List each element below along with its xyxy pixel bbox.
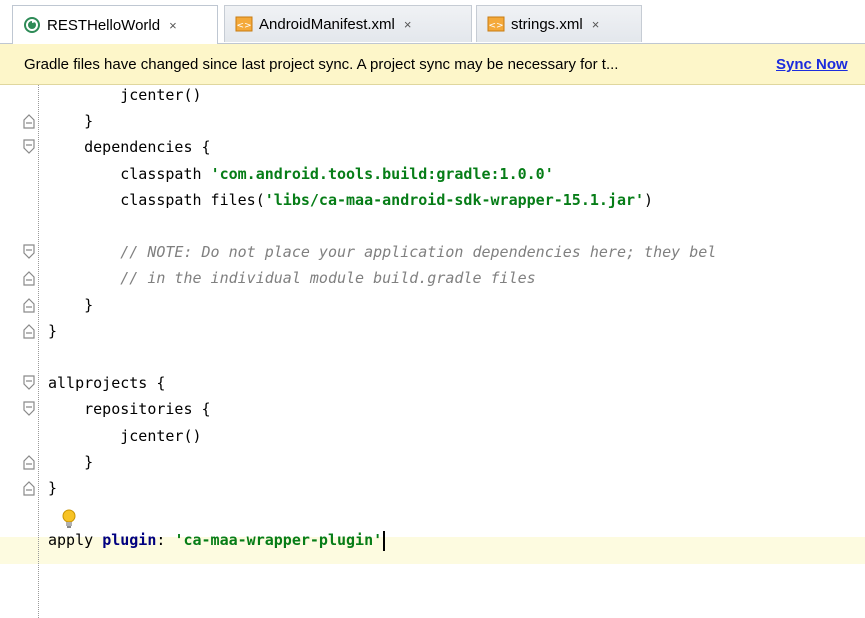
code-token: : — [156, 531, 175, 550]
code-token: ) — [644, 190, 654, 209]
fold-start-icon[interactable] — [22, 139, 36, 155]
xml-file-icon: <> — [235, 15, 253, 33]
close-icon[interactable]: × — [169, 18, 177, 33]
tab-androidmanifest[interactable]: <> AndroidManifest.xml × — [224, 5, 472, 42]
code-token: dependencies { — [84, 138, 211, 157]
code-line[interactable]: // NOTE: Do not place your application d… — [48, 239, 716, 265]
fold-end-icon[interactable] — [22, 480, 36, 496]
code-editor[interactable]: jcenter() } dependencies { classpath 'co… — [0, 85, 865, 618]
fold-end-icon[interactable] — [22, 297, 36, 313]
code-token: } — [48, 321, 58, 340]
code-line[interactable]: allprojects { — [48, 370, 165, 396]
code-line[interactable]: // in the individual module build.gradle… — [48, 265, 536, 291]
fold-start-icon[interactable] — [22, 244, 36, 260]
code-token: classpath files( — [120, 190, 265, 209]
code-token: classpath — [120, 164, 211, 183]
code-line[interactable]: } — [48, 449, 93, 475]
fold-end-icon[interactable] — [22, 454, 36, 470]
keyword: plugin — [102, 531, 157, 550]
editor-tab-bar: RESTHelloWorld × <> AndroidManifest.xml … — [0, 0, 865, 44]
code-token: } — [84, 295, 94, 314]
code-line[interactable]: } — [48, 292, 93, 318]
tab-strings[interactable]: <> strings.xml × — [476, 5, 642, 42]
banner-message: Gradle files have changed since last pro… — [24, 56, 619, 73]
string-literal: 'com.android.tools.build:gradle:1.0.0' — [210, 164, 554, 183]
gradle-sync-icon — [23, 16, 41, 34]
code-line[interactable]: repositories { — [48, 396, 211, 422]
string-literal: 'libs/ca-maa-android-sdk-wrapper-15.1.ja… — [264, 190, 645, 209]
code-token: apply — [48, 531, 103, 550]
code-token: } — [84, 452, 94, 471]
code-line[interactable]: apply plugin: 'ca-maa-wrapper-plugin' — [48, 527, 386, 553]
string-literal: 'ca-maa-wrapper-plugin' — [174, 531, 383, 550]
fold-start-icon[interactable] — [22, 375, 36, 391]
tab-label: RESTHelloWorld — [47, 16, 161, 34]
fold-end-icon[interactable] — [22, 113, 36, 129]
code-line[interactable]: jcenter() — [48, 423, 202, 449]
comment: // in the individual module build.gradle… — [120, 269, 536, 288]
code-line[interactable]: classpath 'com.android.tools.build:gradl… — [48, 161, 554, 187]
code-token: allprojects { — [48, 374, 166, 393]
code-token: jcenter() — [120, 86, 202, 104]
svg-text:<>: <> — [236, 21, 251, 31]
tab-label: AndroidManifest.xml — [259, 15, 395, 33]
code-line[interactable]: } — [48, 108, 93, 134]
code-line[interactable]: } — [48, 475, 57, 501]
fold-start-icon[interactable] — [22, 401, 36, 417]
code-line[interactable]: jcenter() — [48, 85, 202, 108]
comment: // NOTE: Do not place your application d… — [120, 243, 717, 262]
code-line[interactable]: } — [48, 318, 57, 344]
gutter-divider — [38, 85, 39, 618]
code-line[interactable]: dependencies { — [48, 134, 211, 160]
gradle-sync-banner: Gradle files have changed since last pro… — [0, 44, 865, 85]
code-line[interactable]: classpath files('libs/ca-maa-android-sdk… — [48, 187, 653, 213]
text-caret — [383, 530, 386, 551]
code-token: repositories { — [84, 400, 211, 419]
code-token: } — [84, 112, 94, 131]
close-icon[interactable]: × — [404, 17, 412, 32]
sync-now-link[interactable]: Sync Now — [776, 56, 848, 73]
xml-file-icon: <> — [487, 15, 505, 33]
fold-end-icon[interactable] — [22, 270, 36, 286]
tab-label: strings.xml — [511, 15, 583, 33]
tab-resthelloworld[interactable]: RESTHelloWorld × — [12, 5, 218, 44]
close-icon[interactable]: × — [592, 17, 600, 32]
svg-text:<>: <> — [488, 21, 503, 31]
code-token: } — [48, 479, 58, 497]
code-token: jcenter() — [120, 426, 202, 445]
fold-end-icon[interactable] — [22, 323, 36, 339]
